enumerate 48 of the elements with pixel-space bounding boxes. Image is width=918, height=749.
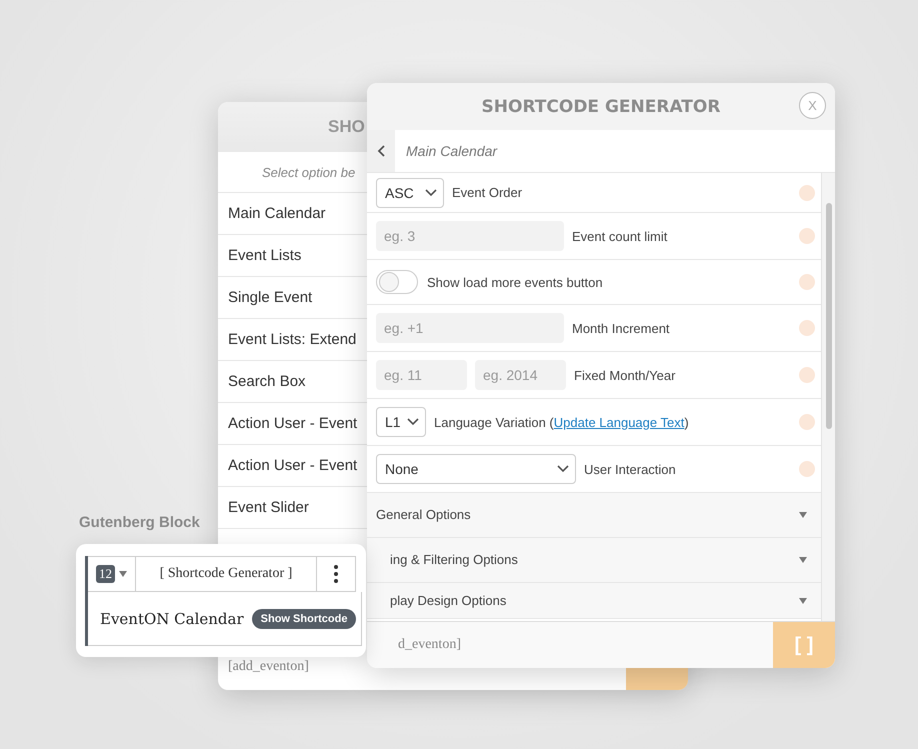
scrollbar[interactable] bbox=[821, 173, 835, 621]
vertical-dots-icon bbox=[334, 565, 338, 583]
field-label: User Interaction bbox=[584, 462, 677, 476]
info-icon[interactable] bbox=[799, 367, 815, 383]
triangle-down-icon bbox=[799, 598, 807, 604]
calendar-icon: 12 bbox=[96, 565, 115, 583]
section-header[interactable]: General Options bbox=[367, 493, 821, 538]
chevron-down-icon bbox=[425, 188, 437, 196]
triangle-down-icon bbox=[119, 571, 127, 577]
triangle-down-icon bbox=[799, 557, 807, 563]
show-shortcode-button[interactable]: Show Shortcode bbox=[252, 608, 356, 628]
field-label: Event count limit bbox=[572, 228, 668, 244]
panel-title: SHORTCODE GENERATOR bbox=[482, 96, 720, 116]
block-title: EventON Calendar bbox=[100, 610, 244, 628]
breadcrumb-text: Main Calendar bbox=[405, 143, 498, 159]
shortcode-text: d_eventon] bbox=[398, 637, 461, 653]
input-field[interactable]: eg. 11 bbox=[376, 360, 467, 390]
chevron-left-icon bbox=[377, 145, 385, 157]
section-header[interactable]: play Design Options bbox=[367, 583, 821, 619]
dropdown[interactable]: None bbox=[376, 454, 576, 484]
back-button[interactable] bbox=[367, 130, 395, 172]
info-icon[interactable] bbox=[799, 184, 815, 200]
info-icon[interactable] bbox=[799, 274, 815, 290]
toggle-switch[interactable] bbox=[376, 270, 418, 294]
hint-text: Select option be bbox=[262, 164, 356, 180]
input-field[interactable]: eg. +1 bbox=[376, 313, 564, 343]
field-label: Event Order bbox=[452, 185, 524, 200]
info-icon[interactable] bbox=[799, 320, 815, 336]
chevron-down-icon bbox=[407, 418, 419, 426]
input-field[interactable]: eg. 3 bbox=[376, 221, 564, 251]
insert-button[interactable] bbox=[626, 668, 688, 690]
field-label: Language Variation (Update Language Text) bbox=[434, 414, 690, 430]
field-label: Fixed Month/Year bbox=[574, 368, 676, 382]
chevron-down-icon bbox=[557, 465, 569, 473]
field-label: Month Increment bbox=[572, 320, 671, 336]
section-label: Gutenberg Block bbox=[79, 514, 200, 531]
update-language-link[interactable]: Update Language Text bbox=[554, 414, 684, 430]
field-label: Show load more events button bbox=[427, 274, 604, 290]
shortcode-text: [add_eventon] bbox=[227, 659, 309, 675]
info-icon[interactable] bbox=[799, 228, 815, 244]
info-icon[interactable] bbox=[799, 461, 815, 477]
section-header[interactable]: ing & Filtering Options bbox=[367, 538, 821, 583]
info-icon[interactable] bbox=[799, 414, 815, 430]
triangle-down-icon bbox=[799, 512, 807, 518]
dropdown[interactable]: ASC bbox=[376, 178, 444, 208]
panel-title: SHO bbox=[328, 117, 365, 137]
dropdown[interactable]: L1 bbox=[376, 407, 426, 437]
input-field[interactable]: eg. 2014 bbox=[475, 360, 566, 390]
